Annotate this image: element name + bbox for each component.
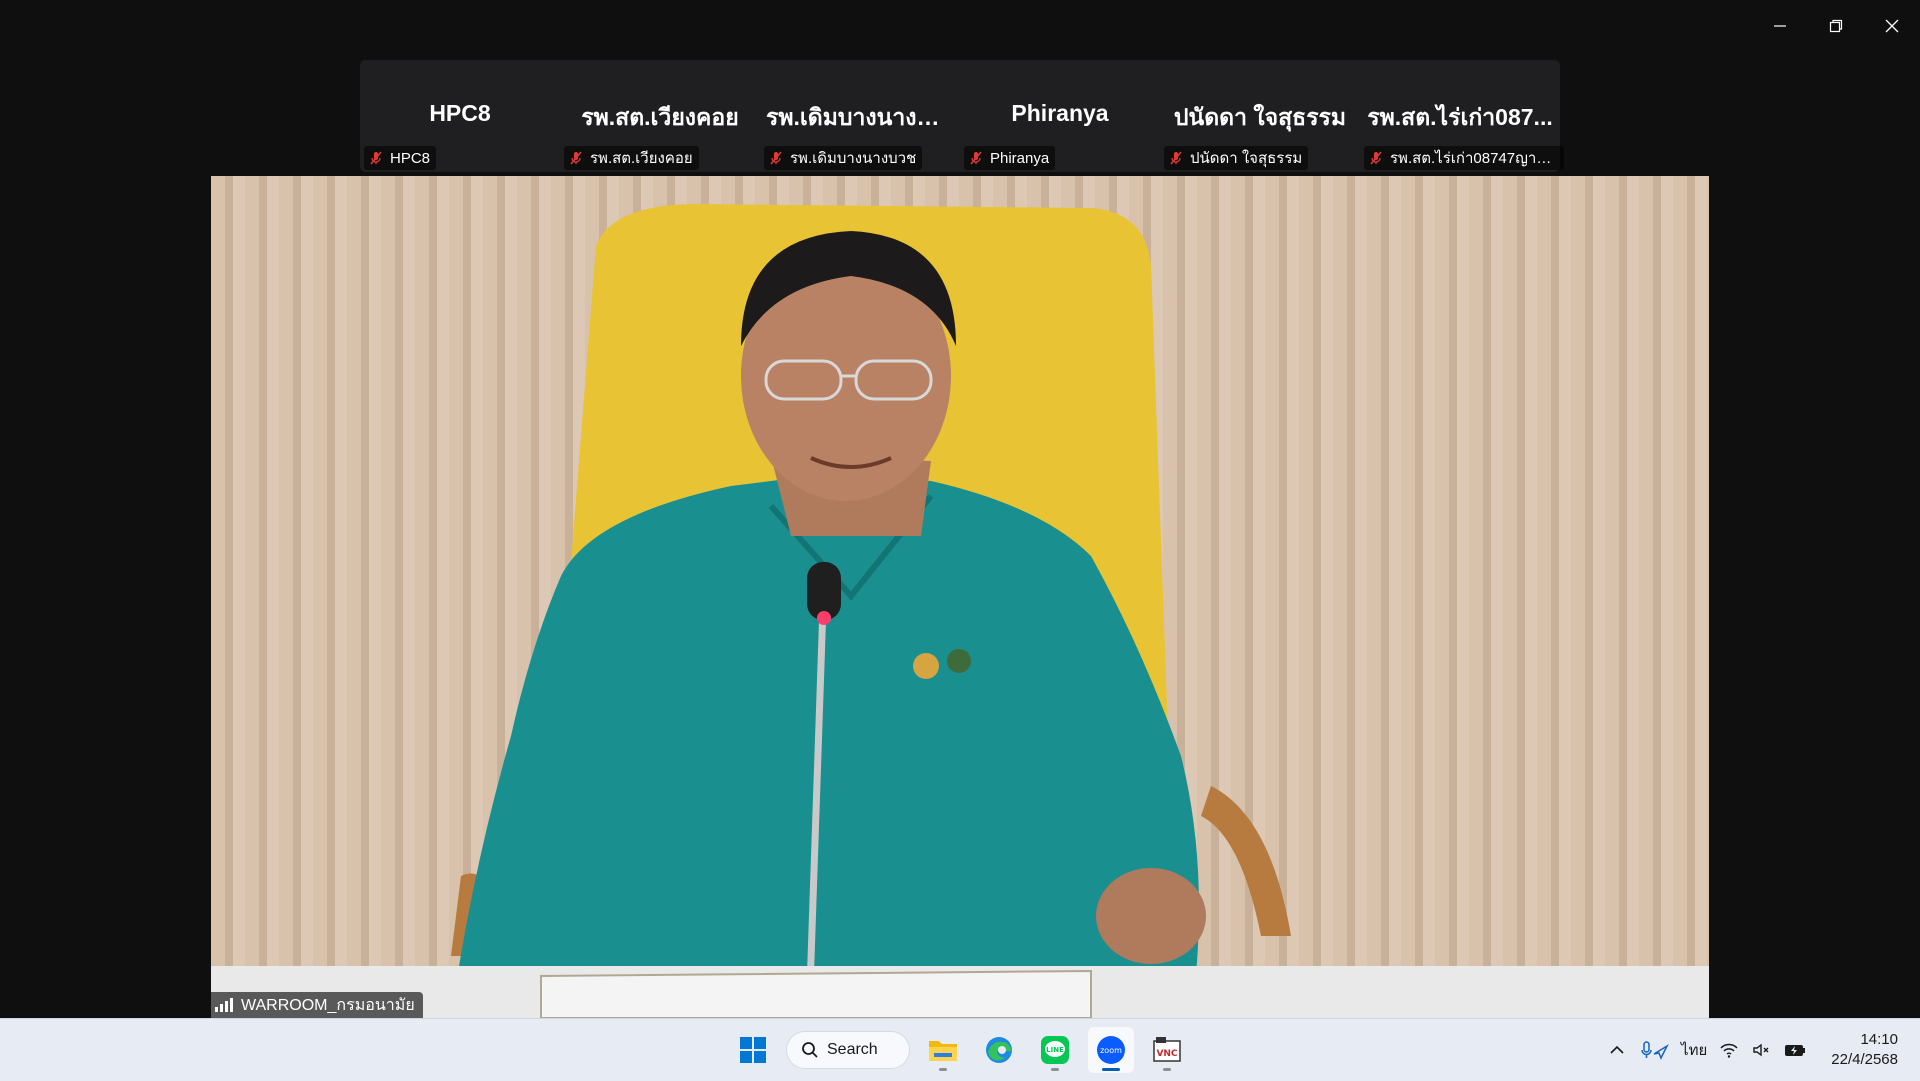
edge-browser-icon — [986, 1037, 1012, 1063]
speaker-hand — [1096, 868, 1206, 964]
participant-tile[interactable]: รพ.สต.เวียงคอย รพ.สต.เวียงคอย — [560, 60, 760, 172]
badge-pin — [913, 653, 939, 679]
restore-button[interactable] — [1808, 0, 1864, 52]
svg-text:VNC: VNC — [1156, 1049, 1177, 1059]
participant-display-name: Phiranya — [1011, 100, 1109, 126]
wifi-button[interactable] — [1719, 1030, 1739, 1070]
battery-charging-icon — [1785, 1045, 1806, 1056]
show-hidden-icons-button[interactable] — [1607, 1030, 1627, 1070]
participant-tag-label: HPC8 — [390, 149, 431, 167]
wifi-icon — [1720, 1043, 1738, 1058]
participant-tile[interactable]: HPC8 HPC8 — [360, 60, 560, 172]
line-app-button[interactable]: LINE — [1032, 1027, 1078, 1073]
volume-muted-icon — [1753, 1043, 1769, 1057]
system-tray: ไทย 14:10 22/4/2568 — [1601, 1019, 1920, 1081]
participant-display-name: HPC8 — [429, 100, 491, 126]
participant-tag-label: รพ.เดิมบางนางบวช — [790, 150, 917, 167]
microphone-in-use-icon — [1641, 1041, 1669, 1060]
close-icon — [1885, 19, 1899, 33]
battery-button[interactable] — [1783, 1030, 1807, 1070]
mic-muted-icon — [1370, 151, 1382, 165]
search-label: Search — [827, 1041, 878, 1058]
file-explorer-button[interactable] — [920, 1027, 966, 1073]
mic-muted-icon — [570, 151, 582, 165]
participant-tag-label: ปนัดดา ใจสุธรรม — [1190, 150, 1303, 167]
zoom-app-icon: zoom — [1097, 1036, 1125, 1064]
participant-name-tag: ปนัดดา ใจสุธรรม — [1164, 146, 1309, 170]
participant-name-tag: HPC8 — [364, 146, 437, 170]
microphone-light — [817, 611, 831, 625]
edge-button[interactable] — [976, 1027, 1022, 1073]
close-button[interactable] — [1864, 0, 1920, 52]
taskbar-search[interactable]: Search — [786, 1031, 910, 1069]
chair-arm — [1201, 786, 1291, 936]
svg-text:zoom: zoom — [1100, 1046, 1122, 1055]
participant-tile[interactable]: ปนัดดา ใจสุธรรม ปนัดดา ใจสุธรรม — [1160, 60, 1360, 172]
participant-display-name: รพ.สต.เวียงคอย — [581, 104, 739, 130]
document-folder — [540, 969, 1092, 1018]
start-button[interactable] — [730, 1027, 776, 1073]
participant-strip: HPC8 HPC8 รพ.สต.เวียงคอย รพ.สต.เวียงคอย … — [360, 60, 1564, 172]
main-speaker-video[interactable]: WARROOM_กรมอนามัย — [211, 176, 1709, 1018]
speaker-name-label: WARROOM_กรมอนามัย — [211, 992, 423, 1018]
speaker-name: WARROOM_กรมอนามัย — [241, 996, 415, 1014]
vnc-app-icon: VNC — [1153, 1037, 1181, 1062]
participant-tile[interactable]: Phiranya Phiranya — [960, 60, 1160, 172]
participant-tile[interactable]: รพ.สต.ไร่เก่า087... รพ.สต.ไร่เก่า08747ญา… — [1360, 60, 1564, 172]
minimize-icon — [1774, 25, 1786, 27]
badge-pin — [947, 649, 971, 673]
volume-button[interactable] — [1751, 1030, 1771, 1070]
participant-name-tag: รพ.สต.ไร่เก่า08747ญาณิ... — [1364, 146, 1564, 170]
svg-text:LINE: LINE — [1046, 1046, 1064, 1054]
taskbar-apps: Search LINE zoom VNC — [730, 1019, 1190, 1081]
participant-tile[interactable]: รพ.เดิมบางนางบวช รพ.เดิมบางนางบวช — [760, 60, 960, 172]
windows-logo-icon — [740, 1037, 766, 1063]
participant-name-tag: รพ.เดิมบางนางบวช — [764, 146, 923, 170]
clock-date: 22/4/2568 — [1831, 1051, 1898, 1068]
participant-tag-label: รพ.สต.เวียงคอย — [590, 150, 693, 167]
restore-icon — [1829, 19, 1843, 33]
mic-muted-icon — [370, 151, 382, 165]
taskbar-clock[interactable]: 14:10 22/4/2568 — [1831, 1030, 1898, 1070]
mic-muted-icon — [970, 151, 982, 165]
participant-name-tag: รพ.สต.เวียงคอย — [564, 146, 699, 170]
zoom-app-button[interactable]: zoom — [1088, 1027, 1134, 1073]
participant-tag-label: รพ.สต.ไร่เก่า08747ญาณิ... — [1390, 150, 1558, 167]
taskbar: Search LINE zoom VNC ไทย 14:10 22/4/2568 — [0, 1018, 1920, 1081]
participant-tag-label: Phiranya — [990, 149, 1050, 167]
line-app-icon: LINE — [1041, 1036, 1069, 1064]
minimize-button[interactable] — [1752, 0, 1808, 52]
vnc-app-button[interactable]: VNC — [1144, 1027, 1190, 1073]
mic-muted-icon — [770, 151, 782, 165]
participant-display-name: รพ.เดิมบางนางบวช — [766, 104, 960, 130]
participant-display-name: ปนัดดา ใจสุธรรม — [1173, 104, 1347, 130]
mic-muted-icon — [1170, 151, 1182, 165]
speaker-video-frame — [211, 204, 1709, 1018]
chevron-up-icon — [1610, 1045, 1624, 1054]
participant-display-name: รพ.สต.ไร่เก่า087... — [1367, 104, 1553, 130]
clock-time: 14:10 — [1860, 1031, 1898, 1048]
signal-strength-icon — [215, 998, 233, 1012]
search-icon — [802, 1042, 818, 1058]
participant-name-tag: Phiranya — [964, 146, 1056, 170]
mic-location-tray[interactable] — [1639, 1030, 1669, 1070]
speaker-body — [451, 476, 1199, 1018]
language-indicator[interactable]: ไทย — [1681, 1030, 1707, 1070]
window-controls — [1752, 0, 1920, 52]
folder-icon — [929, 1041, 957, 1061]
